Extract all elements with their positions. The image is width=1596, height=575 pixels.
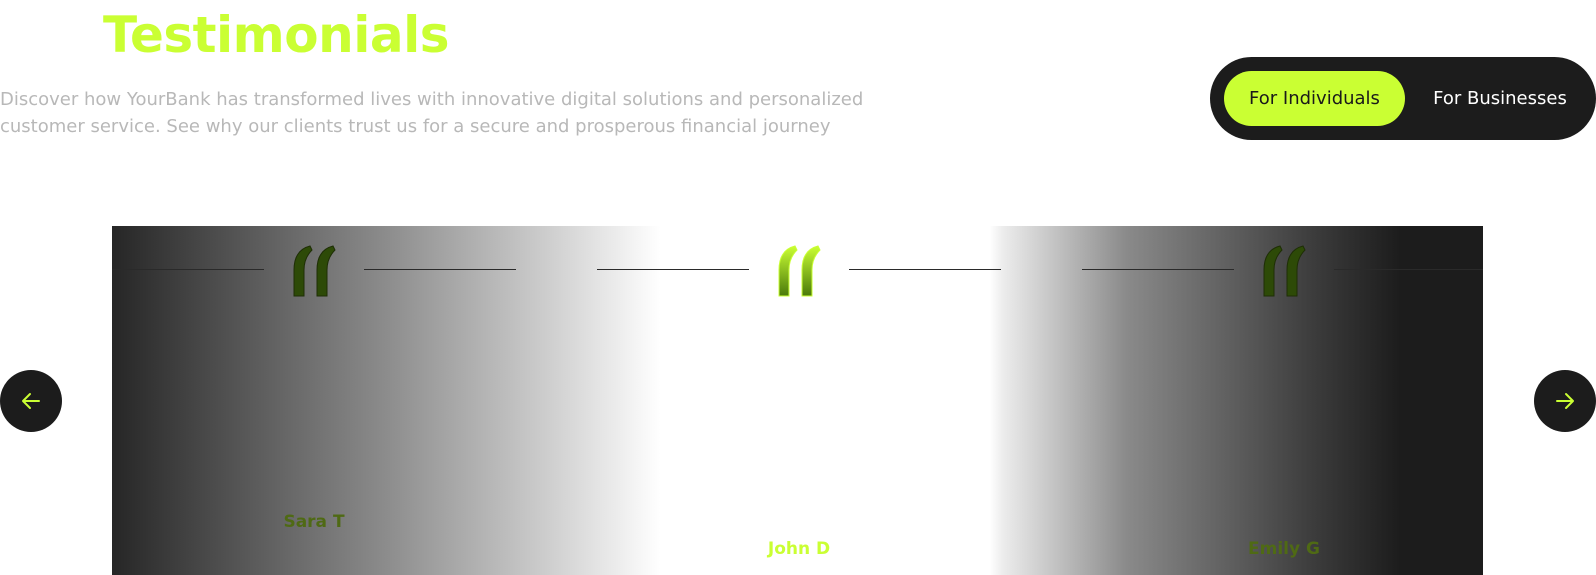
testimonial-author: Emily G bbox=[1248, 539, 1320, 559]
testimonial-card: John D bbox=[597, 226, 1082, 575]
testimonial-card: Emily G bbox=[1082, 226, 1483, 575]
arrow-right-icon bbox=[1556, 393, 1574, 409]
divider-line bbox=[1082, 269, 1234, 270]
testimonial-author: Sara T bbox=[283, 512, 345, 532]
testimonial-author: John D bbox=[767, 539, 831, 559]
quote-icon bbox=[778, 245, 821, 297]
divider-line bbox=[364, 269, 516, 270]
tab-for-businesses[interactable]: For Businesses bbox=[1410, 71, 1590, 126]
next-button[interactable] bbox=[1534, 370, 1596, 432]
audience-toggle: For Individuals For Businesses bbox=[1210, 57, 1596, 140]
previous-button[interactable] bbox=[0, 370, 62, 432]
testimonial-card: Sara T bbox=[112, 226, 597, 575]
divider-line bbox=[849, 269, 1001, 270]
testimonial-carousel: Sara T John D Emily G bbox=[112, 226, 1483, 575]
quote-icon bbox=[1263, 245, 1306, 297]
section-title: Testimonials bbox=[103, 6, 450, 64]
section-description: Discover how YourBank has transformed li… bbox=[0, 89, 864, 137]
divider-line bbox=[597, 269, 749, 270]
divider-line bbox=[112, 269, 264, 270]
tab-for-individuals[interactable]: For Individuals bbox=[1224, 71, 1405, 126]
arrow-left-icon bbox=[22, 393, 40, 409]
divider-line bbox=[1334, 269, 1483, 270]
testimonials-section: Testimonials Discover how YourBank has t… bbox=[0, 0, 1596, 575]
quote-icon bbox=[293, 245, 336, 297]
